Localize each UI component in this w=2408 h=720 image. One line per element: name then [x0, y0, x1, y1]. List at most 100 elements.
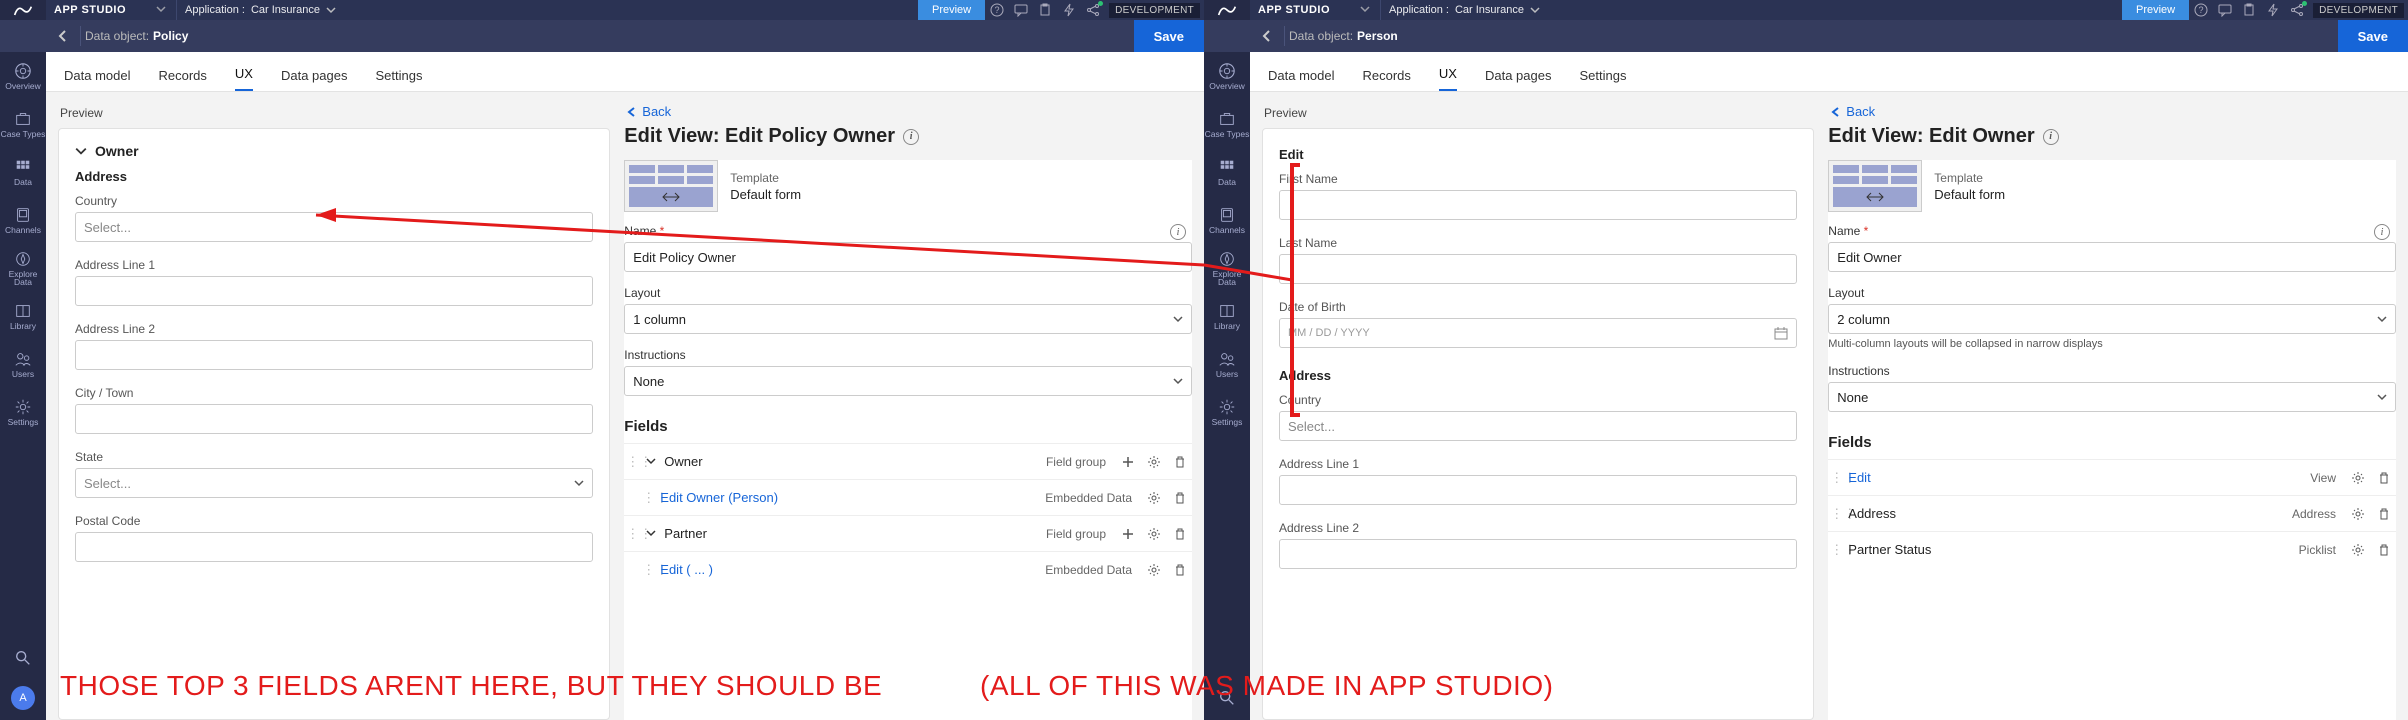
- chat-icon[interactable]: [2213, 0, 2237, 20]
- nav-library[interactable]: Library: [1204, 292, 1250, 340]
- nav-explore-data[interactable]: Explore Data: [0, 244, 46, 292]
- field-link[interactable]: Edit: [1848, 470, 2304, 485]
- nav-case-types[interactable]: Case Types: [0, 100, 46, 148]
- save-button[interactable]: Save: [1134, 20, 1204, 52]
- preview-button[interactable]: Preview: [918, 0, 985, 20]
- nav-users[interactable]: Users: [0, 340, 46, 388]
- lightning-icon[interactable]: [1057, 0, 1081, 20]
- tab-data-model[interactable]: Data model: [64, 68, 130, 91]
- addr2-input[interactable]: [1279, 539, 1797, 569]
- state-select[interactable]: Select...: [75, 468, 593, 498]
- drag-handle-icon[interactable]: ⋮⋮: [1830, 542, 1842, 558]
- tab-settings[interactable]: Settings: [375, 68, 422, 91]
- drag-handle-icon[interactable]: ⋮⋮: [1830, 470, 1842, 486]
- nav-search-icon[interactable]: [0, 636, 46, 680]
- layout-select[interactable]: 2 column: [1828, 304, 2396, 334]
- save-button[interactable]: Save: [2338, 20, 2408, 52]
- layout-select[interactable]: 1 column: [624, 304, 1192, 334]
- gear-icon[interactable]: [1144, 488, 1164, 508]
- tab-data-pages[interactable]: Data pages: [1485, 68, 1552, 91]
- drag-handle-icon[interactable]: ⋮⋮: [642, 490, 654, 506]
- info-icon[interactable]: i: [2374, 224, 2390, 240]
- chat-icon[interactable]: [1009, 0, 1033, 20]
- city-input[interactable]: [75, 404, 593, 434]
- info-icon[interactable]: i: [2043, 129, 2059, 145]
- tab-records[interactable]: Records: [158, 68, 206, 91]
- share-icon[interactable]: [1081, 0, 1105, 20]
- chevron-down-icon[interactable]: [644, 526, 658, 541]
- info-icon[interactable]: i: [903, 129, 919, 145]
- back-link[interactable]: Back: [1828, 102, 2396, 123]
- addr1-input[interactable]: [1279, 475, 1797, 505]
- drag-handle-icon[interactable]: ⋮⋮: [1830, 506, 1842, 522]
- tab-ux[interactable]: UX: [235, 66, 253, 91]
- user-avatar[interactable]: A: [11, 686, 35, 710]
- back-arrow-icon[interactable]: [1250, 29, 1284, 43]
- back-link[interactable]: Back: [624, 102, 1192, 123]
- country-select[interactable]: Select...: [1279, 411, 1797, 441]
- preview-button[interactable]: Preview: [2122, 0, 2189, 20]
- instructions-select[interactable]: None: [624, 366, 1192, 396]
- country-select[interactable]: Select...: [75, 212, 593, 242]
- nav-case-types[interactable]: Case Types: [1204, 100, 1250, 148]
- dob-input[interactable]: MM / DD / YYYY: [1279, 318, 1797, 348]
- share-icon[interactable]: [2285, 0, 2309, 20]
- last-name-input[interactable]: [1279, 254, 1797, 284]
- name-input[interactable]: Edit Owner: [1828, 242, 2396, 272]
- nav-data[interactable]: Data: [1204, 148, 1250, 196]
- instructions-select[interactable]: None: [1828, 382, 2396, 412]
- trash-icon[interactable]: [1170, 524, 1190, 544]
- field-link[interactable]: Edit ( ... ): [660, 562, 1039, 577]
- first-name-input[interactable]: [1279, 190, 1797, 220]
- nav-explore-data[interactable]: Explore Data: [1204, 244, 1250, 292]
- trash-icon[interactable]: [1170, 560, 1190, 580]
- application-selector[interactable]: Application : Car Insurance: [1381, 4, 1548, 16]
- name-input[interactable]: Edit Policy Owner: [624, 242, 1192, 272]
- back-arrow-icon[interactable]: [46, 29, 80, 43]
- help-icon[interactable]: ?: [2189, 0, 2213, 20]
- drag-handle-icon[interactable]: ⋮⋮: [626, 526, 638, 542]
- tab-data-model[interactable]: Data model: [1268, 68, 1334, 91]
- clipboard-icon[interactable]: [1033, 0, 1057, 20]
- help-icon[interactable]: ?: [985, 0, 1009, 20]
- add-icon[interactable]: [1118, 524, 1138, 544]
- nav-overview[interactable]: Overview: [1204, 52, 1250, 100]
- clipboard-icon[interactable]: [2237, 0, 2261, 20]
- tab-records[interactable]: Records: [1362, 68, 1410, 91]
- gear-icon[interactable]: [2348, 540, 2368, 560]
- tab-data-pages[interactable]: Data pages: [281, 68, 348, 91]
- trash-icon[interactable]: [1170, 488, 1190, 508]
- nav-channels[interactable]: Channels: [0, 196, 46, 244]
- trash-icon[interactable]: [2374, 504, 2394, 524]
- trash-icon[interactable]: [2374, 540, 2394, 560]
- template-thumbnail[interactable]: [624, 160, 718, 212]
- add-icon[interactable]: [1118, 452, 1138, 472]
- template-thumbnail[interactable]: [1828, 160, 1922, 212]
- lightning-icon[interactable]: [2261, 0, 2285, 20]
- nav-library[interactable]: Library: [0, 292, 46, 340]
- nav-users[interactable]: Users: [1204, 340, 1250, 388]
- gear-icon[interactable]: [2348, 504, 2368, 524]
- addr1-input[interactable]: [75, 276, 593, 306]
- gear-icon[interactable]: [1144, 524, 1164, 544]
- chevron-down-icon[interactable]: [644, 454, 658, 469]
- trash-icon[interactable]: [2374, 468, 2394, 488]
- drag-handle-icon[interactable]: ⋮⋮: [626, 454, 638, 470]
- nav-overview[interactable]: Overview: [0, 52, 46, 100]
- trash-icon[interactable]: [1170, 452, 1190, 472]
- field-link[interactable]: Edit Owner (Person): [660, 490, 1039, 505]
- brand-caret-icon[interactable]: [1360, 4, 1380, 17]
- gear-icon[interactable]: [2348, 468, 2368, 488]
- nav-settings[interactable]: Settings: [1204, 388, 1250, 436]
- nav-channels[interactable]: Channels: [1204, 196, 1250, 244]
- postal-input[interactable]: [75, 532, 593, 562]
- owner-section-header[interactable]: Owner: [75, 143, 593, 165]
- nav-data[interactable]: Data: [0, 148, 46, 196]
- tab-ux[interactable]: UX: [1439, 66, 1457, 91]
- drag-handle-icon[interactable]: ⋮⋮: [642, 562, 654, 578]
- gear-icon[interactable]: [1144, 560, 1164, 580]
- nav-settings[interactable]: Settings: [0, 388, 46, 436]
- application-selector[interactable]: Application : Car Insurance: [177, 4, 344, 16]
- brand-caret-icon[interactable]: [156, 4, 176, 17]
- gear-icon[interactable]: [1144, 452, 1164, 472]
